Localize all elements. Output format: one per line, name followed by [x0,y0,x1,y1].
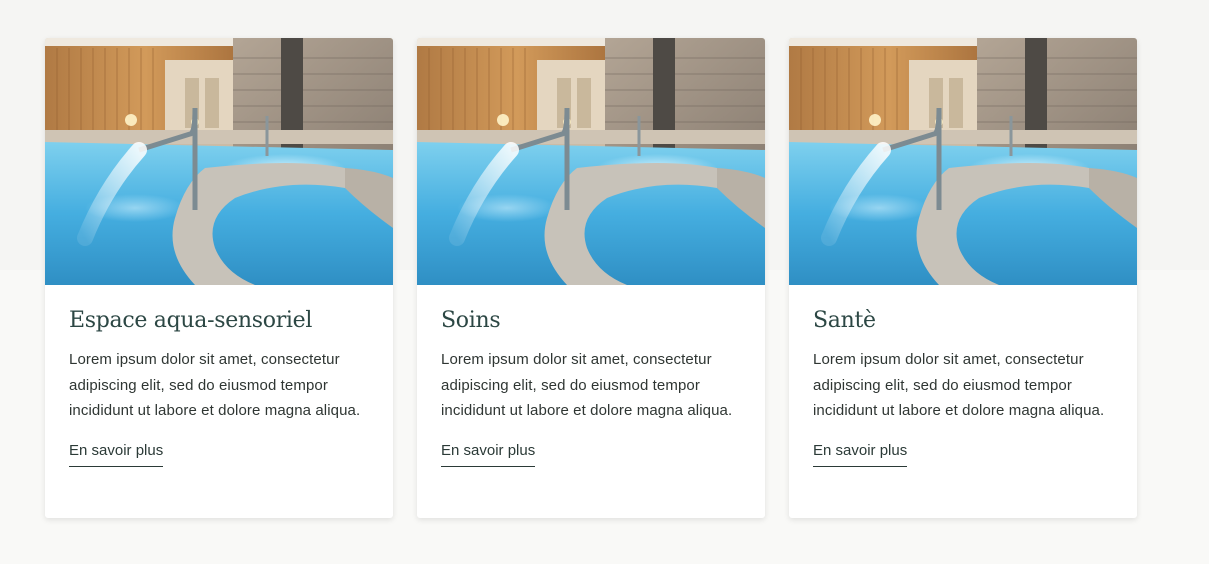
pool-image [45,38,393,285]
card-title: Soins [441,308,501,333]
card-description: Lorem ipsum dolor sit amet, consectetur … [813,351,1105,419]
card-body: Soins Lorem ipsum dolor sit amet, consec… [417,285,765,467]
card-description: Lorem ipsum dolor sit amet, consectetur … [441,351,733,419]
card-body: Santè Lorem ipsum dolor sit amet, consec… [789,285,1137,467]
card-soins: Soins Lorem ipsum dolor sit amet, consec… [417,38,765,518]
pool-image [789,38,1137,285]
pool-image [417,38,765,285]
en-savoir-plus-link[interactable]: En savoir plus [69,441,164,467]
cards-row: Espace aqua-sensoriel Lorem ipsum dolor … [45,38,1137,518]
card-espace-aqua-sensoriel: Espace aqua-sensoriel Lorem ipsum dolor … [45,38,393,518]
en-savoir-plus-link[interactable]: En savoir plus [813,441,908,467]
card-title: Santè [813,308,876,333]
en-savoir-plus-link[interactable]: En savoir plus [441,441,536,467]
card-title: Espace aqua-sensoriel [69,308,313,333]
card-sante: Santè Lorem ipsum dolor sit amet, consec… [789,38,1137,518]
card-body: Espace aqua-sensoriel Lorem ipsum dolor … [45,285,393,467]
page: Espace aqua-sensoriel Lorem ipsum dolor … [0,0,1209,564]
card-description: Lorem ipsum dolor sit amet, consectetur … [69,351,361,419]
